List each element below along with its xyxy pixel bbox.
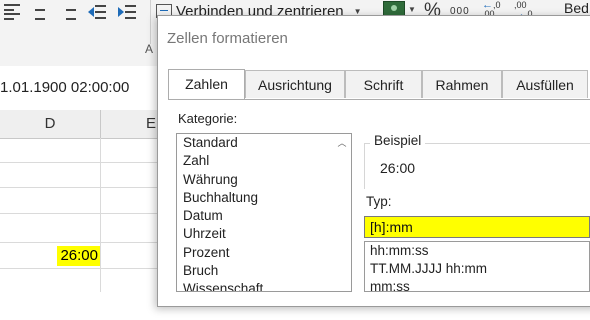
category-item[interactable]: Buchhaltung	[177, 189, 351, 207]
alignment-buttons	[4, 2, 136, 24]
format-code-item[interactable]: TT.MM.JJJJ hh:mm	[365, 260, 589, 278]
category-item[interactable]: Standard	[177, 134, 351, 152]
category-item[interactable]: Prozent	[177, 244, 351, 262]
category-item[interactable]: Währung	[177, 171, 351, 189]
tab-schrift[interactable]: Schrift	[345, 70, 422, 98]
category-item[interactable]: Datum	[177, 207, 351, 225]
selected-cell-value[interactable]: 26:00	[57, 246, 100, 266]
chevron-down-icon[interactable]: ▼	[408, 5, 416, 14]
category-item[interactable]: Uhrzeit	[177, 225, 351, 243]
category-item[interactable]: Wissenschaft	[177, 280, 351, 291]
ribbon-separator	[150, 0, 151, 44]
type-label: Typ:	[366, 194, 392, 209]
align-center-icon[interactable]	[32, 4, 48, 20]
tab-ausrichtung[interactable]: Ausrichtung	[245, 70, 345, 98]
format-code-list[interactable]: hh:mm:ss TT.MM.JJJJ hh:mm mm:ss	[364, 241, 590, 292]
align-left-icon[interactable]	[4, 4, 20, 20]
format-code-item[interactable]: hh:mm:ss	[365, 242, 589, 260]
tab-zahlen[interactable]: Zahlen	[168, 69, 245, 99]
category-list[interactable]: Standard Zahl Währung Buchhaltung Datum …	[176, 133, 352, 292]
tab-ausfuellen[interactable]: Ausfüllen	[502, 70, 588, 98]
tab-rahmen[interactable]: Rahmen	[422, 70, 502, 98]
dialog-title: Zellen formatieren	[167, 30, 288, 47]
format-code-item[interactable]: mm:ss	[365, 278, 589, 291]
category-label: Kategorie:	[178, 111, 238, 126]
sample-value: 26:00	[380, 160, 416, 176]
align-right-icon[interactable]	[60, 4, 76, 20]
increase-indent-icon[interactable]	[118, 4, 136, 20]
scroll-up-icon[interactable]: ︿	[334, 135, 350, 151]
conditional-formatting-label[interactable]: Bed	[564, 0, 589, 16]
sample-label: Beispiel	[370, 133, 426, 148]
category-item[interactable]: Bruch	[177, 262, 351, 280]
column-header-d[interactable]: D	[0, 110, 101, 138]
arrow-left-icon: ←	[482, 0, 493, 11]
category-item[interactable]: Zahl	[177, 152, 351, 170]
type-input[interactable]: [h]:mm	[364, 216, 590, 238]
decrease-indent-icon[interactable]	[88, 4, 106, 20]
alignment-group-label: A	[145, 42, 154, 56]
formula-bar-value[interactable]: 1.01.1900 02:00:00	[0, 79, 129, 96]
